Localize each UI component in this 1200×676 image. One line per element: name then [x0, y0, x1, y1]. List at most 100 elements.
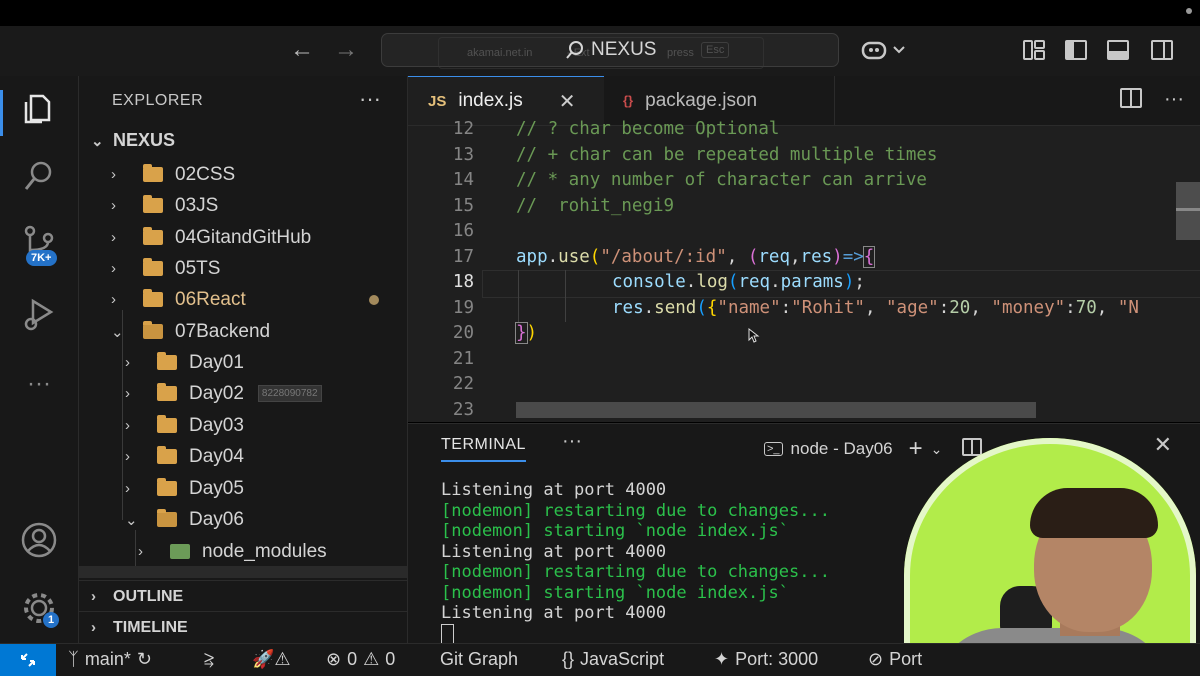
- toggle-sidebar-icon[interactable]: [1064, 38, 1088, 67]
- toggle-panel-icon[interactable]: [1106, 38, 1130, 67]
- explorer-icon[interactable]: [19, 88, 59, 128]
- tree-item[interactable]: ⌄ 07Backend: [79, 316, 407, 347]
- tree-item[interactable]: › 05TS: [79, 253, 407, 284]
- close-panel-icon[interactable]: ✕: [1154, 432, 1172, 458]
- folder-icon: [143, 164, 163, 182]
- tree-item-label: 07Backend: [175, 320, 271, 342]
- search-icon[interactable]: [19, 156, 59, 196]
- terminal-output[interactable]: Listening at port 4000 [nodemon] restart…: [441, 480, 830, 644]
- tree-item-label: Day04: [189, 445, 244, 467]
- tab-label: package.json: [645, 89, 758, 111]
- live-server-port[interactable]: ✦ Port: 3000: [714, 649, 818, 670]
- overlay-tag: 8228090782: [257, 385, 322, 402]
- timeline-section[interactable]: › TIMELINE: [79, 611, 407, 643]
- vertical-scrollbar[interactable]: [1176, 182, 1200, 240]
- tree-item[interactable]: › Day03: [79, 410, 407, 441]
- panel-more-button[interactable]: ···: [562, 430, 582, 453]
- tree-item[interactable]: › Day01: [79, 347, 407, 378]
- source-control-badge: 7K+: [26, 250, 57, 266]
- outline-section[interactable]: › OUTLINE: [79, 580, 407, 612]
- close-icon[interactable]: ✕: [559, 89, 576, 114]
- remote-indicator[interactable]: [0, 644, 56, 676]
- tree-item-label: node_modules: [202, 540, 327, 562]
- tree-item[interactable]: › 02CSS: [79, 159, 407, 190]
- toggle-secondary-sidebar-icon[interactable]: [1150, 38, 1174, 67]
- back-arrow-icon[interactable]: ←: [290, 36, 314, 64]
- workspace-name: NEXUS: [591, 39, 657, 60]
- port-status[interactable]: ⊘ Port: [868, 649, 922, 670]
- tree-item[interactable]: › Day02 8228090782: [79, 378, 407, 409]
- terminal-cursor: [441, 623, 454, 644]
- tree-item[interactable]: › 04GitandGitHub: [79, 222, 407, 253]
- account-icon[interactable]: [19, 520, 59, 560]
- tree-item-modified[interactable]: › 06React: [79, 284, 407, 315]
- chevron-down-icon[interactable]: ⌄: [931, 441, 943, 458]
- terminal-icon: >_: [764, 442, 783, 456]
- code-line: 13 // + char can be repeated multiple ti…: [408, 145, 1200, 170]
- folder-icon: [157, 478, 177, 496]
- chevron-right-icon: ›: [138, 543, 143, 560]
- language-status[interactable]: {} JavaScript: [562, 649, 664, 670]
- code-comment: // rohit_negi9: [516, 196, 675, 216]
- copilot-icon[interactable]: [860, 38, 908, 67]
- terminal-selector[interactable]: >_ node - Day06 + ⌄: [764, 435, 983, 463]
- status-bar: ᛉ main* ↻ ⥸ 🚀⚠ ⊗ 0 ⚠ 0 Git Graph {} Java…: [0, 643, 1200, 676]
- chevron-right-icon: ›: [91, 588, 96, 605]
- plus-icon[interactable]: +: [909, 435, 923, 463]
- chevron-right-icon: ›: [91, 619, 96, 636]
- editor-more-icon[interactable]: ···: [1164, 88, 1184, 114]
- command-center-search[interactable]: akamai.net.in - Ext press Esc NEXUS: [381, 33, 839, 69]
- tree-item-label: Day03: [189, 414, 244, 436]
- workspace-root[interactable]: ⌄ NEXUS: [79, 125, 407, 156]
- tree-item-label: Day06: [189, 508, 244, 530]
- branch-label: main*: [84, 649, 131, 669]
- merge-icon[interactable]: ⥸: [204, 649, 214, 670]
- customize-layout-icon[interactable]: [1022, 38, 1046, 67]
- code-line: 17 app.use("/about/:id", (req,res)=>{: [408, 246, 1200, 272]
- chevron-down-icon: ⌄: [91, 132, 104, 150]
- sync-icon[interactable]: ↻: [137, 649, 152, 670]
- terminal-name: node - Day06: [790, 439, 893, 458]
- code-text: }): [515, 322, 538, 344]
- line-number: 18: [452, 272, 474, 292]
- problems-status[interactable]: ⊗ 0 ⚠ 0: [326, 649, 395, 670]
- sidebar-scrollbar[interactable]: [79, 566, 407, 578]
- explorer-more-button[interactable]: ···: [359, 86, 381, 112]
- folder-icon: [157, 383, 177, 401]
- activity-bar: 7K+ ··· 1: [0, 76, 79, 643]
- warning-count: 0: [385, 649, 396, 669]
- error-icon: ⊗: [326, 649, 342, 669]
- json-file-icon: {}: [623, 93, 634, 108]
- tree-item[interactable]: › node_modules: [79, 536, 407, 567]
- tab-terminal[interactable]: TERMINAL: [441, 436, 526, 462]
- node-modules-folder-icon: [170, 544, 190, 559]
- more-views-icon[interactable]: ···: [19, 364, 59, 404]
- forward-arrow-icon[interactable]: →: [334, 36, 358, 64]
- esc-key: Esc: [701, 42, 730, 58]
- chevron-right-icon: ›: [111, 291, 116, 308]
- run-debug-icon[interactable]: [19, 294, 59, 334]
- horizontal-scrollbar[interactable]: [516, 402, 1036, 418]
- tree-item-label: 06React: [175, 288, 246, 310]
- tab-index-js[interactable]: JS index.js ✕: [408, 76, 604, 125]
- folder-open-icon: [143, 321, 163, 339]
- mouse-cursor-icon: [748, 328, 760, 343]
- chevron-right-icon: ›: [125, 417, 130, 434]
- split-editor-icon[interactable]: [1120, 88, 1143, 114]
- git-graph-button[interactable]: Git Graph: [440, 649, 518, 670]
- tree-item[interactable]: › 03JS: [79, 190, 407, 221]
- tree-item[interactable]: › Day04: [79, 441, 407, 472]
- folder-open-icon: [157, 509, 177, 527]
- tab-package-json[interactable]: {} package.json: [605, 76, 835, 125]
- remote-icon: [21, 653, 35, 667]
- tree-item[interactable]: ⌄ Day06: [79, 504, 407, 535]
- rocket-icon[interactable]: 🚀⚠: [252, 649, 291, 670]
- folder-icon: [157, 446, 177, 464]
- tree-item[interactable]: › Day05: [79, 473, 407, 504]
- branch-status[interactable]: ᛉ main* ↻: [68, 649, 152, 670]
- search-center: NEXUS: [565, 39, 656, 61]
- terminal-line: Listening at port 4000: [441, 480, 667, 500]
- modified-dot-icon: [369, 294, 379, 305]
- warning-icon: ⚠: [363, 649, 380, 669]
- line-number: 19: [452, 298, 474, 318]
